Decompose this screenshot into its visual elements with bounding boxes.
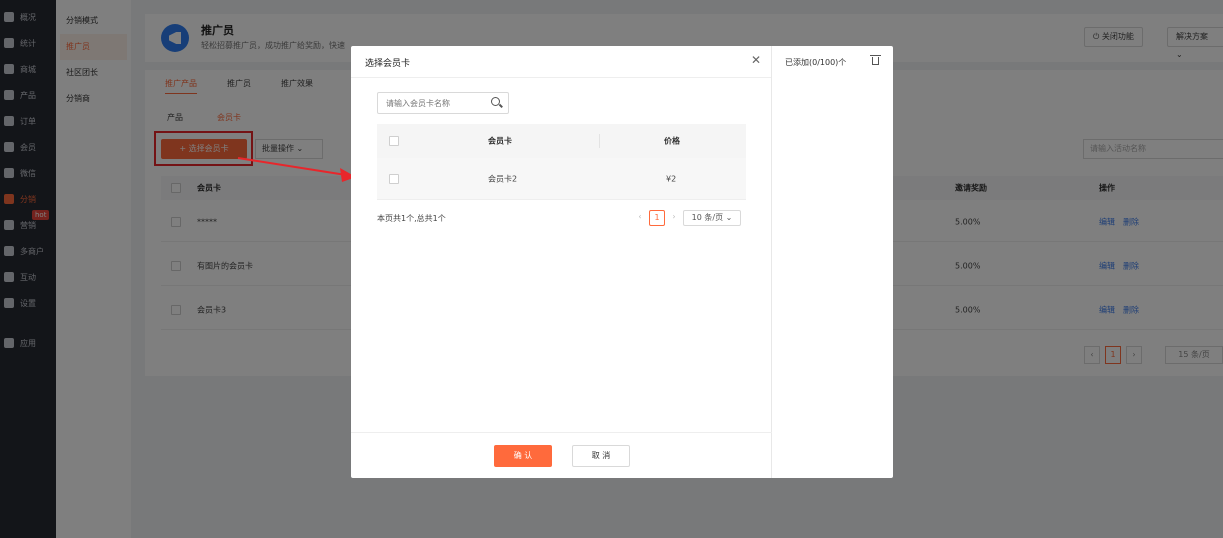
close-icon[interactable]: ✕ [751, 53, 761, 67]
modal-select-all-checkbox[interactable] [389, 136, 399, 146]
column-divider [599, 134, 600, 148]
modal-row-price: ¥2 [666, 174, 677, 183]
arrow-line [237, 157, 347, 176]
modal-header: 选择会员卡 ✕ [351, 46, 771, 78]
modal-table-row[interactable]: 会员卡2 ¥2 [377, 158, 746, 200]
modal-table-header: 会员卡 价格 [377, 124, 746, 158]
modal-selected-panel: 已添加(0/100)个 [773, 46, 893, 478]
modal-row-card: 会员卡2 [488, 174, 518, 183]
confirm-button[interactable]: 确 认 [494, 445, 552, 467]
modal-left-panel: 选择会员卡 ✕ 会员卡 价格 会员卡2 ¥2 本页共1个,总共1个 ‹ 1 › … [351, 46, 772, 478]
card-search-input[interactable] [386, 93, 486, 113]
modal-row-checkbox[interactable] [389, 174, 399, 184]
modal-prev-page[interactable]: ‹ [635, 210, 645, 226]
modal-next-page[interactable]: › [669, 210, 679, 226]
trash-icon[interactable] [870, 55, 881, 65]
select-card-modal: 选择会员卡 ✕ 会员卡 价格 会员卡2 ¥2 本页共1个,总共1个 ‹ 1 › … [351, 46, 893, 478]
modal-current-page[interactable]: 1 [649, 210, 665, 226]
search-icon[interactable] [491, 97, 500, 106]
modal-page-size-select[interactable]: 10 条/页 ⌄ [683, 210, 741, 226]
card-search-field[interactable] [377, 92, 509, 114]
modal-footer: 确 认 取 消 [351, 432, 772, 478]
modal-col-price: 价格 [664, 136, 680, 146]
cancel-button[interactable]: 取 消 [572, 445, 630, 467]
added-count: 已添加(0/100)个 [785, 58, 847, 67]
modal-page-summary: 本页共1个,总共1个 [377, 214, 446, 223]
modal-col-card: 会员卡 [488, 136, 512, 146]
modal-title: 选择会员卡 [365, 59, 411, 69]
modal-page-size-label: 10 条/页 [691, 213, 724, 222]
